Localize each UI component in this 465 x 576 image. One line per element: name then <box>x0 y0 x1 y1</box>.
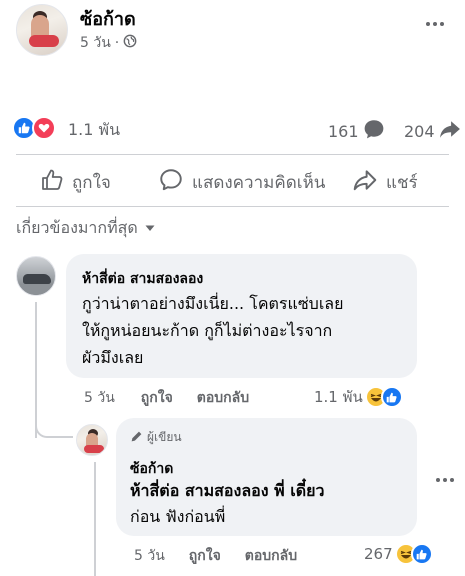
reply-time[interactable]: 5 วัน <box>134 545 165 567</box>
divider <box>16 206 449 207</box>
more-options-icon[interactable] <box>423 12 447 36</box>
share-icon <box>352 167 378 198</box>
comment-line: ให้กูหน่อยนะก้าด กูก็ไม่ต่างอะไรจาก <box>82 321 333 340</box>
author-badge: ผู้เขียน <box>130 428 182 447</box>
share-count-value: 204 <box>404 121 435 141</box>
reply-reactions[interactable]: 267 <box>364 543 433 565</box>
caret-down-icon <box>144 219 156 238</box>
post-actions: ถูกใจ แสดงความคิดเห็น แชร์ <box>0 162 465 202</box>
comment-author[interactable]: ห้าสี่ต่อ สามสองลอง <box>82 268 203 290</box>
like-button-label: ถูกใจ <box>72 172 111 193</box>
thumbs-up-icon <box>40 168 64 197</box>
comment-reactions[interactable]: 1.1 พัน <box>314 385 403 409</box>
share-button-label: แชร์ <box>386 172 418 193</box>
reply-author[interactable]: ซ้อก้าด <box>130 458 173 480</box>
reply-reply-button[interactable]: ตอบกลับ <box>245 545 297 567</box>
share-button[interactable]: แชร์ <box>352 162 418 202</box>
meta-separator: · <box>114 35 120 51</box>
comment-actions: 5 วัน ถูกใจ ตอบกลับ <box>84 387 249 409</box>
reply-actions: 5 วัน ถูกใจ ตอบกลับ <box>134 545 297 567</box>
comment-button[interactable]: แสดงความคิดเห็น <box>158 162 325 202</box>
reply-author-avatar[interactable] <box>76 424 108 456</box>
comment-bubble: ห้าสี่ต่อ สามสองลอง กูว่าน่าตาอย่างมึงเน… <box>66 254 417 378</box>
author-avatar[interactable] <box>16 4 68 56</box>
comment-reply-button[interactable]: ตอบกลับ <box>197 387 249 409</box>
share-count[interactable]: 204 <box>404 118 461 144</box>
post-time[interactable]: 5 วัน <box>80 32 111 54</box>
post-author-name[interactable]: ซ้อก้าด <box>80 4 136 33</box>
comment-count[interactable]: 161 <box>328 118 385 144</box>
comment-line: ผัวมึงเลย <box>82 348 144 367</box>
post-header: ซ้อก้าด 5 วัน · <box>16 4 449 56</box>
comment-time[interactable]: 5 วัน <box>84 387 115 409</box>
reply-connector <box>35 408 73 438</box>
like-reaction-icon <box>380 386 403 408</box>
like-button[interactable]: ถูกใจ <box>40 162 111 202</box>
comment-reaction-count: 1.1 พัน <box>314 388 363 406</box>
comment-like-button[interactable]: ถูกใจ <box>141 387 173 409</box>
reaction-count[interactable]: 1.1 พัน <box>68 118 120 143</box>
love-reaction-icon <box>32 116 56 140</box>
comment-bubble-icon <box>363 118 385 144</box>
like-reaction-icon <box>410 543 433 565</box>
mentioned-user[interactable]: ห้าสี่ต่อ สามสองลอง พี่ เดี๋ยว <box>130 481 324 500</box>
reply-line: ก่อน ฟังก่อนพี่ <box>130 507 226 526</box>
reply-like-button[interactable]: ถูกใจ <box>189 545 221 567</box>
thread-line <box>94 462 96 576</box>
author-badge-label: ผู้เขียน <box>147 430 182 444</box>
reply-reaction-count: 267 <box>364 545 393 563</box>
pencil-icon <box>130 430 143 446</box>
reaction-icons[interactable] <box>12 116 60 140</box>
reply-line: ห้าสี่ต่อ สามสองลอง พี่ เดี๋ยว <box>130 478 324 504</box>
comment-button-label: แสดงความคิดเห็น <box>192 172 326 193</box>
share-arrow-icon <box>439 118 461 144</box>
comment-count-value: 161 <box>328 121 359 141</box>
comment-body: กูว่าน่าตาอย่างมึงเนี่ย... โคตรแซ่บเลย ใ… <box>82 290 343 371</box>
reactions-summary: 1.1 พัน 161 204 <box>12 114 465 142</box>
comment-sort-dropdown[interactable]: เกี่ยวข้องมากที่สุด <box>16 216 156 241</box>
reply-bubble: ผู้เขียน ซ้อก้าด ห้าสี่ต่อ สามสองลอง พี่… <box>116 418 417 536</box>
post-meta: 5 วัน · <box>80 32 137 54</box>
sort-label: เกี่ยวข้องมากที่สุด <box>16 218 138 237</box>
globe-icon <box>123 34 137 52</box>
divider <box>16 154 449 155</box>
commenter-avatar[interactable] <box>16 256 56 296</box>
comment-icon <box>158 167 184 198</box>
reply-more-options-icon[interactable] <box>436 478 454 482</box>
comment-line: กูว่าน่าตาอย่างมึงเนี่ย... โคตรแซ่บเลย <box>82 294 344 313</box>
reply-body: ห้าสี่ต่อ สามสองลอง พี่ เดี๋ยว ก่อน ฟังก… <box>130 478 324 530</box>
